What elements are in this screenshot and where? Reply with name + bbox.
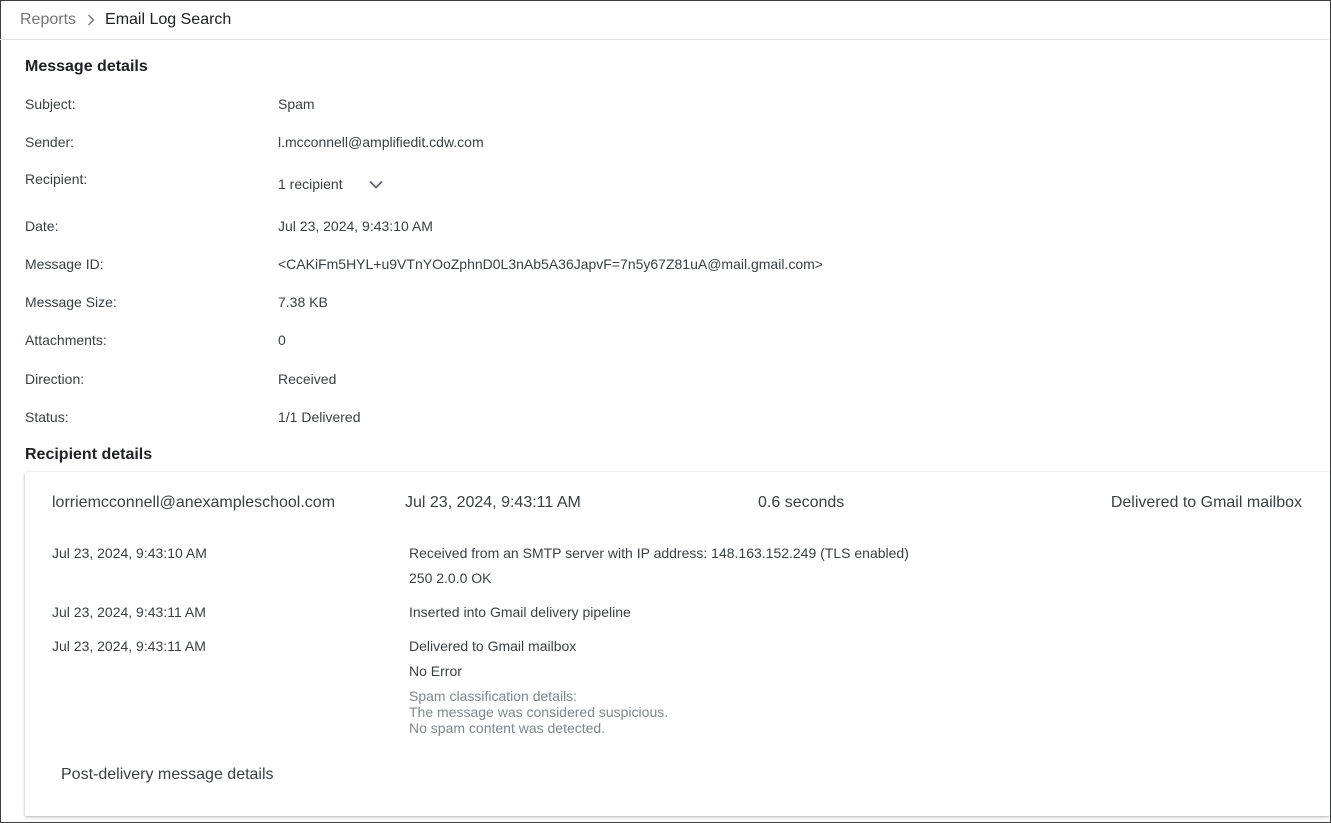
detail-row-message-size: Message Size: 7.38 KB [25, 292, 1305, 312]
detail-row-recipient: Recipient: 1 recipient [25, 171, 1305, 196]
detail-value-date: Jul 23, 2024, 9:43:10 AM [278, 218, 433, 234]
event-time: Jul 23, 2024, 9:43:10 AM [52, 545, 207, 561]
post-delivery-details-link[interactable]: Post-delivery message details [61, 766, 274, 784]
recipient-email: lorriemcconnell@anexampleschool.com [52, 494, 336, 511]
detail-label: Attachments: [25, 332, 107, 348]
event-detail: No Error [409, 663, 462, 679]
detail-row-attachments: Attachments: 0 [25, 330, 1305, 350]
recipient-card: lorriemcconnell@anexampleschool.com Jul … [25, 472, 1330, 816]
detail-value-message-id: <CAKiFm5HYL+u9VTnYOoZphnD0L3nAb5A36JapvF… [278, 256, 823, 272]
detail-row-subject: Subject: Spam [25, 94, 1305, 114]
detail-value-message-size: 7.38 KB [278, 294, 328, 310]
detail-row-direction: Direction: Received [25, 369, 1305, 389]
event-text: Inserted into Gmail delivery pipeline [409, 604, 631, 620]
detail-value-status: 1/1 Delivered [278, 409, 361, 425]
recipient-details-title: Recipient details [25, 446, 153, 463]
breadcrumb-current: Email Log Search [105, 10, 232, 28]
detail-label: Direction: [25, 371, 85, 387]
spam-classification-notes: Spam classification details: The message… [409, 688, 668, 736]
breadcrumb-reports-link[interactable]: Reports [20, 11, 76, 29]
detail-row-date: Date: Jul 23, 2024, 9:43:10 AM [25, 216, 1305, 236]
detail-label: Date: [25, 218, 59, 234]
detail-value-attachments: 0 [278, 332, 286, 348]
event-time: Jul 23, 2024, 9:43:11 AM [52, 604, 206, 620]
event-text: Delivered to Gmail mailbox [409, 638, 577, 654]
detail-value-recipient: 1 recipient [278, 176, 343, 192]
recipient-status: Delivered to Gmail mailbox [1110, 494, 1302, 511]
detail-value-subject: Spam [278, 96, 315, 112]
detail-label: Status: [25, 409, 69, 425]
detail-row-message-id: Message ID: <CAKiFm5HYL+u9VTnYOoZphnD0L3… [25, 254, 1305, 274]
detail-value-sender: l.mcconnell@amplifiedit.cdw.com [278, 134, 484, 150]
event-detail: 250 2.0.0 OK [409, 570, 492, 586]
detail-label: Sender: [25, 134, 75, 150]
recipient-summary-row: lorriemcconnell@anexampleschool.com Jul … [52, 494, 1302, 516]
recipient-expand-toggle[interactable]: 1 recipient [278, 176, 383, 192]
spam-note: The message was considered suspicious. [409, 704, 669, 720]
chevron-right-icon [87, 14, 95, 26]
detail-label: Recipient: [25, 171, 88, 187]
recipient-date: Jul 23, 2024, 9:43:11 AM [405, 494, 581, 511]
breadcrumb: Reports Email Log Search [0, 0, 1329, 40]
event-time: Jul 23, 2024, 9:43:11 AM [52, 638, 206, 654]
detail-row-sender: Sender: l.mcconnell@amplifiedit.cdw.com [25, 132, 1305, 152]
message-details-title: Message details [25, 58, 148, 75]
spam-note: Spam classification details: [409, 688, 578, 704]
detail-label: Message Size: [25, 294, 117, 310]
chevron-down-icon[interactable] [368, 180, 383, 189]
detail-value-direction: Received [278, 371, 337, 387]
event-text: Received from an SMTP server with IP add… [409, 545, 909, 561]
detail-label: Subject: [25, 96, 76, 112]
spam-note: No spam content was detected. [409, 720, 606, 736]
detail-row-status: Status: 1/1 Delivered [25, 407, 1305, 427]
recipient-duration: 0.6 seconds [758, 494, 845, 511]
detail-label: Message ID: [25, 256, 104, 272]
